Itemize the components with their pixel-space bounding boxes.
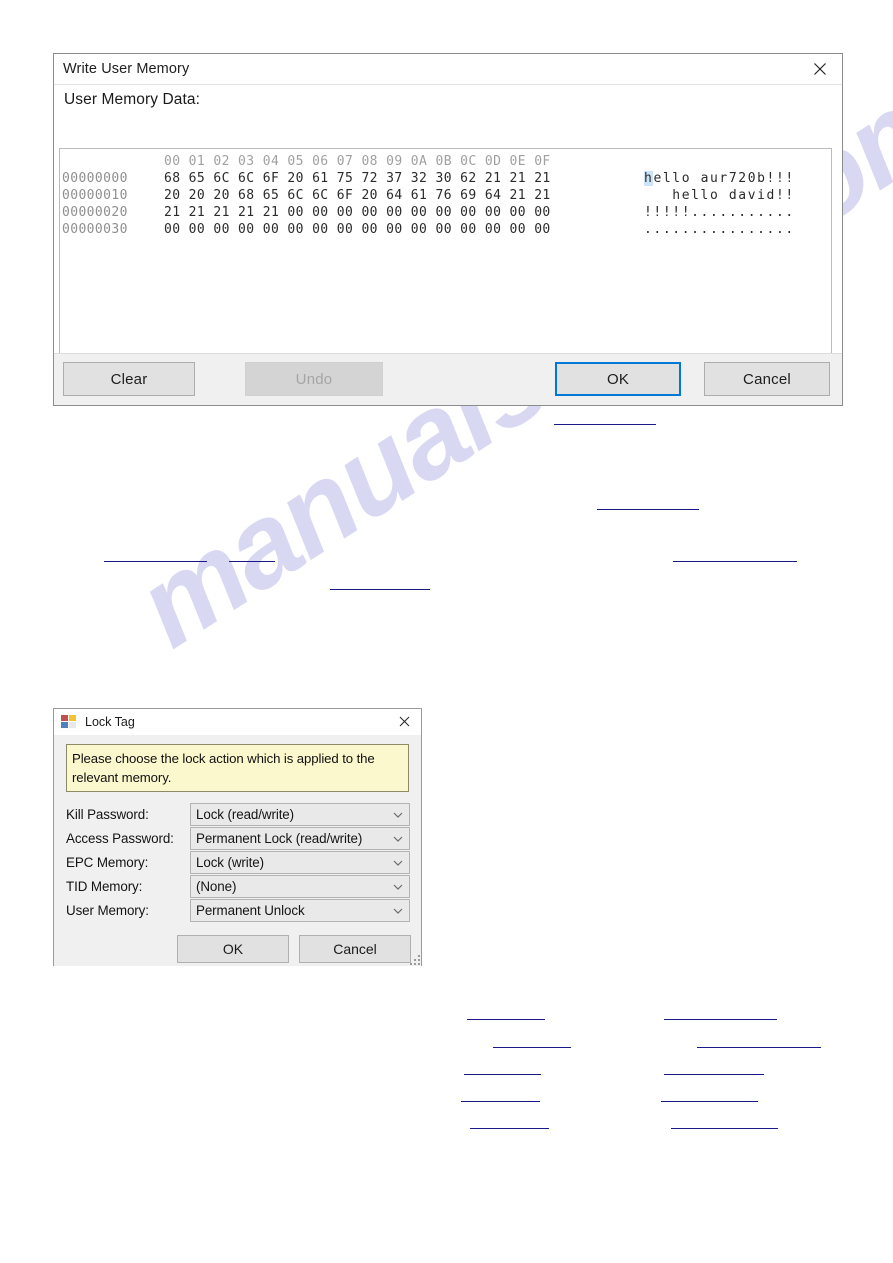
redacted-link-underline bbox=[697, 1047, 821, 1048]
hex-ascii-text: hello david!! bbox=[644, 188, 795, 203]
field-row-access-password: Access Password: Permanent Lock (read/wr… bbox=[66, 826, 411, 850]
tid-memory-label: TID Memory: bbox=[66, 878, 143, 894]
epc-memory-label: EPC Memory: bbox=[66, 854, 149, 870]
hex-row-offset: 00000030 bbox=[62, 222, 128, 237]
clear-button[interactable]: Clear bbox=[63, 362, 195, 396]
redacted-link-underline bbox=[661, 1101, 758, 1102]
tid-memory-value: (None) bbox=[196, 878, 237, 894]
kill-password-label: Kill Password: bbox=[66, 806, 149, 822]
lock-tag-titlebar[interactable]: Lock Tag bbox=[54, 709, 421, 735]
undo-button: Undo bbox=[245, 362, 383, 396]
redacted-link-underline bbox=[467, 1019, 545, 1020]
hex-header-offset-spacer bbox=[60, 153, 164, 170]
field-row-user-memory: User Memory: Permanent Unlock bbox=[66, 898, 411, 922]
chevron-down-icon bbox=[393, 855, 403, 870]
window-app-icon bbox=[61, 715, 77, 729]
redacted-link-underline bbox=[461, 1101, 540, 1102]
hex-row[interactable]: 00000020 21 21 21 21 21 00 00 00 00 00 0… bbox=[60, 204, 831, 221]
close-icon[interactable] bbox=[389, 709, 419, 734]
hex-row[interactable]: 00000010 20 20 20 68 65 6C 6C 6F 20 64 6… bbox=[60, 187, 831, 204]
field-row-kill-password: Kill Password: Lock (read/write) bbox=[66, 802, 411, 826]
field-row-epc-memory: EPC Memory: Lock (write) bbox=[66, 850, 411, 874]
redacted-link-underline bbox=[104, 561, 207, 562]
hex-row-offset: 00000000 bbox=[62, 171, 128, 186]
close-icon[interactable] bbox=[797, 54, 842, 84]
access-password-value: Permanent Lock (read/write) bbox=[196, 830, 363, 846]
redacted-link-underline bbox=[464, 1074, 541, 1075]
chevron-down-icon bbox=[393, 903, 403, 918]
chevron-down-icon bbox=[393, 807, 403, 822]
ok-button[interactable]: OK bbox=[555, 362, 681, 396]
hex-row-ascii[interactable]: ................ bbox=[576, 221, 795, 238]
redacted-link-underline bbox=[671, 1128, 778, 1129]
access-password-label: Access Password: bbox=[66, 830, 174, 846]
user-memory-data-label: User Memory Data: bbox=[64, 91, 201, 108]
hex-row[interactable]: 00000000 68 65 6C 6C 6F 20 61 75 72 37 3… bbox=[60, 170, 831, 187]
hex-row-offset: 00000010 bbox=[62, 188, 128, 203]
dialog-body: User Memory Data: 00 01 02 03 04 05 06 0… bbox=[54, 85, 842, 382]
hex-row-bytes[interactable]: 68 65 6C 6C 6F 20 61 75 72 37 32 30 62 2… bbox=[164, 170, 576, 187]
hex-row-offset: 00000020 bbox=[62, 205, 128, 220]
hex-editor-content: 00 01 02 03 04 05 06 07 08 09 0A 0B 0C 0… bbox=[60, 149, 831, 238]
cancel-button[interactable]: Cancel bbox=[704, 362, 830, 396]
redacted-link-underline bbox=[664, 1074, 764, 1075]
dialog-title: Write User Memory bbox=[63, 61, 190, 77]
lock-tag-dialog: Lock Tag Please choose the lock action w… bbox=[53, 708, 422, 966]
redacted-link-underline bbox=[330, 589, 430, 590]
hex-ascii-text: ................ bbox=[644, 222, 795, 237]
field-row-tid-memory: TID Memory: (None) bbox=[66, 874, 411, 898]
chevron-down-icon bbox=[393, 831, 403, 846]
redacted-link-underline bbox=[597, 509, 699, 510]
hex-ascii-text: ello aur720b!!! bbox=[653, 171, 795, 186]
hex-editor[interactable]: 00 01 02 03 04 05 06 07 08 09 0A 0B 0C 0… bbox=[59, 148, 832, 382]
redacted-link-underline bbox=[493, 1047, 571, 1048]
epc-memory-dropdown[interactable]: Lock (write) bbox=[190, 850, 410, 874]
resize-grip-icon[interactable] bbox=[408, 953, 420, 965]
tid-memory-dropdown[interactable]: (None) bbox=[190, 874, 410, 898]
redacted-link-underline bbox=[664, 1019, 777, 1020]
lock-tag-cancel-button[interactable]: Cancel bbox=[299, 935, 411, 963]
hex-row-ascii[interactable]: !!!!!........... bbox=[576, 204, 795, 221]
access-password-dropdown[interactable]: Permanent Lock (read/write) bbox=[190, 826, 410, 850]
hex-row-bytes[interactable]: 21 21 21 21 21 00 00 00 00 00 00 00 00 0… bbox=[164, 204, 576, 221]
hex-row-ascii[interactable]: hello david!! bbox=[576, 187, 795, 204]
write-user-memory-dialog: Write User Memory User Memory Data: 00 0… bbox=[53, 53, 843, 406]
hex-row-bytes[interactable]: 00 00 00 00 00 00 00 00 00 00 00 00 00 0… bbox=[164, 221, 576, 238]
redacted-link-underline bbox=[470, 1128, 549, 1129]
hex-row-ascii[interactable]: hello aur720b!!! bbox=[576, 170, 795, 187]
redacted-link-underline bbox=[673, 561, 797, 562]
redacted-link-underline bbox=[554, 424, 656, 425]
user-memory-label: User Memory: bbox=[66, 902, 149, 918]
lock-tag-title: Lock Tag bbox=[85, 715, 135, 729]
kill-password-dropdown[interactable]: Lock (read/write) bbox=[190, 802, 410, 826]
hex-row-bytes[interactable]: 20 20 20 68 65 6C 6C 6F 20 64 61 76 69 6… bbox=[164, 187, 576, 204]
kill-password-value: Lock (read/write) bbox=[196, 806, 295, 822]
chevron-down-icon bbox=[393, 879, 403, 894]
lock-tag-ok-button[interactable]: OK bbox=[177, 935, 289, 963]
hex-ascii-text: !!!!!........... bbox=[644, 205, 795, 220]
epc-memory-value: Lock (write) bbox=[196, 854, 264, 870]
user-memory-value: Permanent Unlock bbox=[196, 902, 305, 918]
lock-tag-body: Please choose the lock action which is a… bbox=[54, 735, 421, 966]
dialog-footer: Clear Undo OK Cancel bbox=[54, 353, 842, 405]
hex-row[interactable]: 00000030 00 00 00 00 00 00 00 00 00 00 0… bbox=[60, 221, 831, 238]
lock-tag-info-message: Please choose the lock action which is a… bbox=[66, 744, 409, 792]
redacted-link-underline bbox=[229, 561, 275, 562]
dialog-titlebar[interactable]: Write User Memory bbox=[54, 54, 842, 85]
hex-column-headers: 00 01 02 03 04 05 06 07 08 09 0A 0B 0C 0… bbox=[164, 154, 551, 169]
hex-column-header-row: 00 01 02 03 04 05 06 07 08 09 0A 0B 0C 0… bbox=[60, 153, 831, 170]
user-memory-dropdown[interactable]: Permanent Unlock bbox=[190, 898, 410, 922]
